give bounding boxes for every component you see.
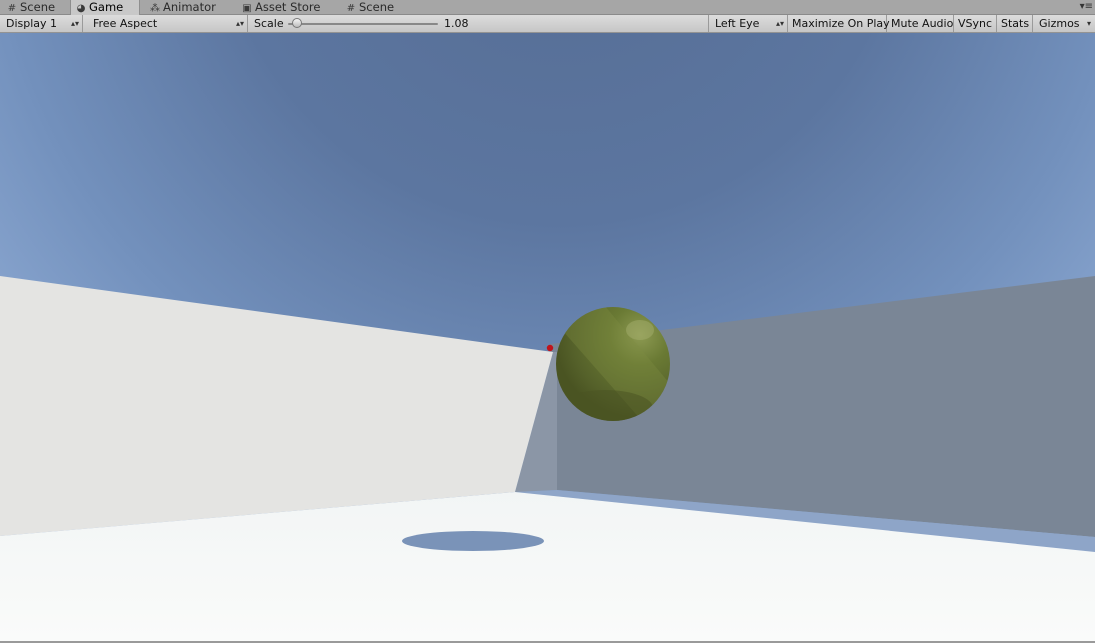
dropdown-arrow-icon: ▾ bbox=[1086, 19, 1091, 28]
tab-animator[interactable]: ⁂ Animator bbox=[145, 0, 237, 15]
red-marker bbox=[546, 344, 554, 352]
dropdown-arrows-icon: ▴▾ bbox=[70, 19, 79, 28]
dropdown-arrows-icon: ▴▾ bbox=[235, 19, 244, 28]
grid-icon: # bbox=[346, 3, 356, 14]
aspect-dropdown[interactable]: Free Aspect ▴▾ bbox=[87, 15, 248, 32]
maximize-on-play-button[interactable]: Maximize On Play bbox=[788, 15, 890, 32]
stats-button[interactable]: Stats bbox=[997, 15, 1033, 32]
game-view-toolbar: Display 1 ▴▾ Free Aspect ▴▾ Scale 1.08 L… bbox=[0, 15, 1095, 33]
eye-dropdown[interactable]: Left Eye ▴▾ bbox=[708, 15, 788, 32]
gizmos-dropdown[interactable]: Gizmos ▾ bbox=[1033, 15, 1095, 32]
ball-shadow bbox=[402, 531, 544, 551]
game-view-viewport[interactable] bbox=[0, 33, 1095, 641]
scale-label: Scale bbox=[254, 17, 284, 30]
store-icon: ▣ bbox=[242, 3, 252, 14]
editor-tab-strip: # Scene ◕ Game ⁂ Animator ▣ Asset Store # Sce… bbox=[0, 0, 1095, 16]
tab-asset-store[interactable]: ▣ Asset Store bbox=[237, 0, 339, 15]
game-scene-render bbox=[0, 33, 1095, 641]
tab-game[interactable]: ◕ Game bbox=[70, 0, 140, 16]
tab-scene-2[interactable]: # Scene bbox=[341, 0, 409, 15]
dropdown-arrows-icon: ▴▾ bbox=[775, 19, 784, 28]
pacman-icon: ◕ bbox=[76, 3, 86, 14]
vsync-button[interactable]: VSync bbox=[954, 15, 997, 32]
tab-menu-icon[interactable]: ▾≡ bbox=[1080, 1, 1093, 12]
mute-audio-button[interactable]: Mute Audio bbox=[887, 15, 954, 32]
display-dropdown[interactable]: Display 1 ▴▾ bbox=[0, 15, 83, 32]
tab-scene[interactable]: # Scene bbox=[2, 0, 70, 15]
nodes-icon: ⁂ bbox=[150, 3, 160, 14]
grid-icon: # bbox=[7, 3, 17, 14]
scale-slider-thumb[interactable] bbox=[292, 18, 302, 28]
scale-slider-track[interactable] bbox=[288, 23, 438, 25]
scale-value: 1.08 bbox=[444, 17, 469, 30]
